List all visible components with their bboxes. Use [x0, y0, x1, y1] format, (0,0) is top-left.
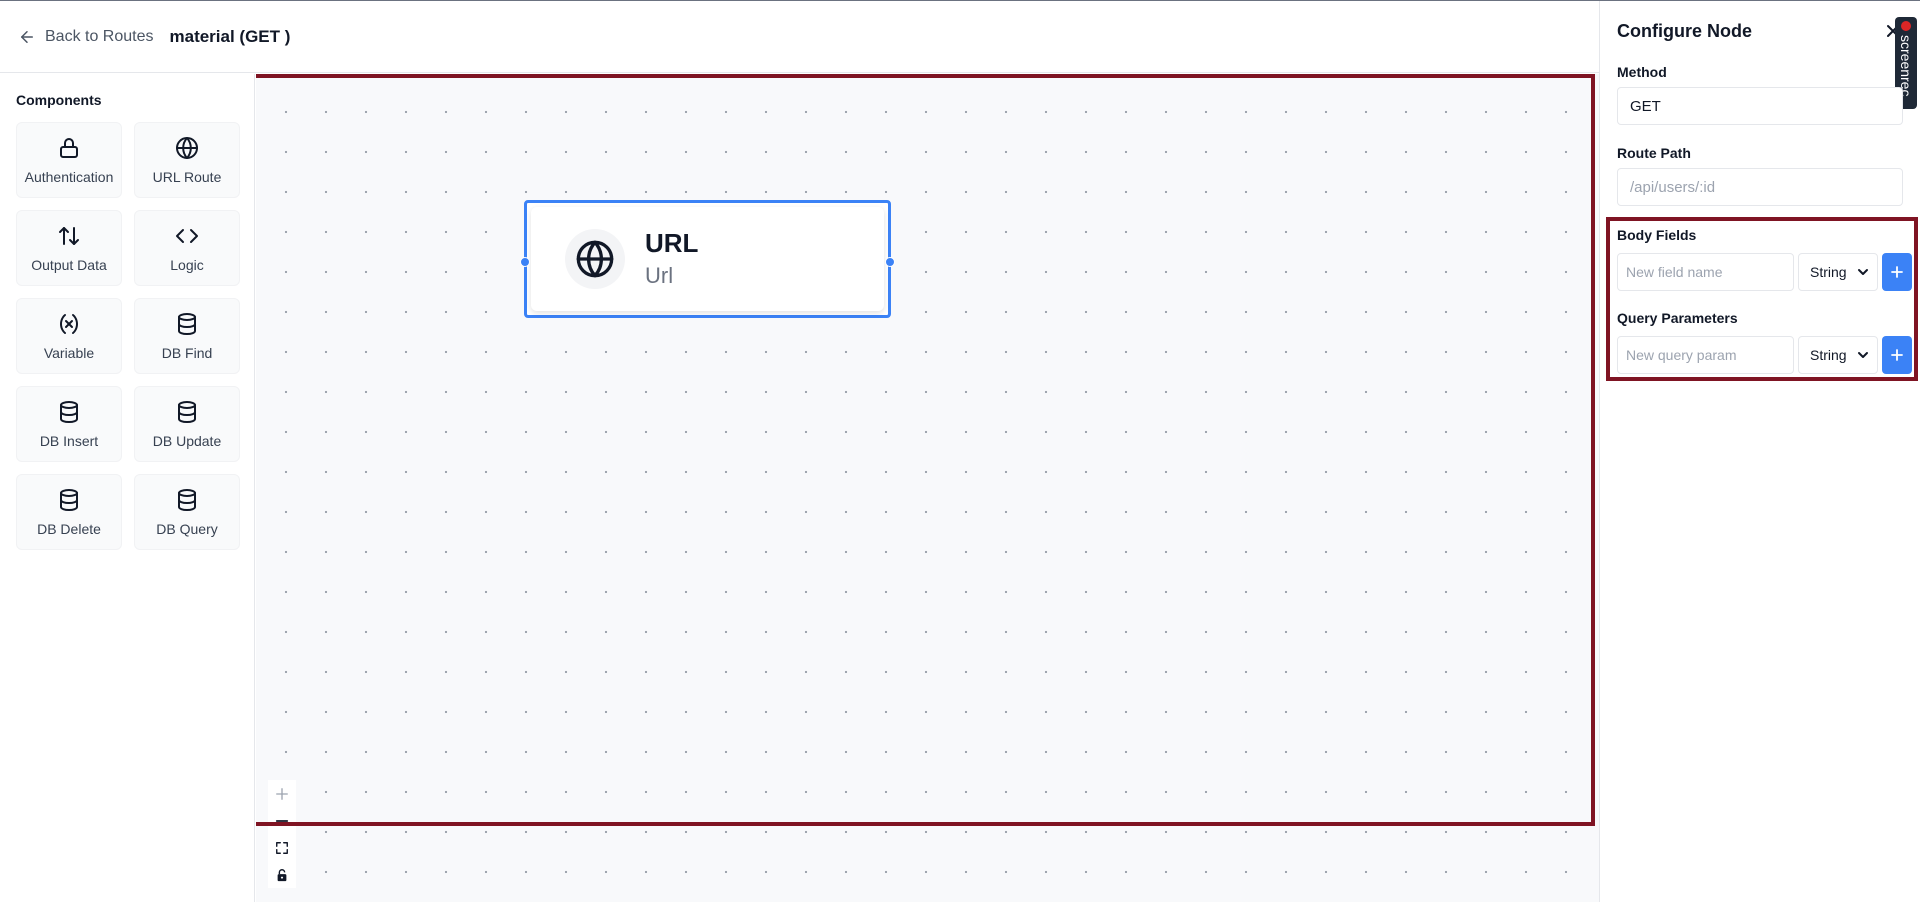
components-heading: Components — [16, 92, 102, 108]
code-icon — [174, 223, 200, 249]
component-label: URL Route — [152, 169, 222, 185]
canvas-controls — [268, 780, 296, 888]
add-query-param-button[interactable] — [1882, 336, 1912, 374]
canvas-highlight-frame — [256, 74, 1595, 826]
record-dot-icon — [1901, 21, 1911, 31]
add-body-field-button[interactable] — [1882, 253, 1912, 291]
zoom-out-button[interactable] — [268, 807, 296, 834]
plus-icon — [1891, 349, 1903, 361]
body-fields-label: Body Fields — [1617, 227, 1697, 243]
component-authentication[interactable]: Authentication — [16, 122, 122, 198]
zoom-in-icon — [276, 787, 288, 800]
database-icon — [174, 487, 200, 513]
body-field-row: String — [1617, 253, 1912, 291]
component-db-delete[interactable]: DB Delete — [16, 474, 122, 550]
panel-title: Configure Node — [1617, 21, 1752, 41]
component-logic[interactable]: Logic — [134, 210, 240, 286]
plus-icon — [1891, 266, 1903, 278]
method-label: Method — [1617, 64, 1667, 80]
chevron-down-icon — [1858, 352, 1868, 358]
component-label: Variable — [43, 345, 95, 361]
node-input-handle[interactable] — [520, 257, 530, 267]
route-path-input[interactable] — [1617, 168, 1903, 206]
database-icon — [56, 399, 82, 425]
component-db-find[interactable]: DB Find — [134, 298, 240, 374]
component-variable[interactable]: Variable — [16, 298, 122, 374]
component-label: DB Delete — [37, 521, 101, 537]
globe-icon — [565, 229, 625, 289]
node-subtitle: Url — [645, 263, 674, 288]
url-node[interactable]: URL Url — [520, 200, 895, 318]
new-query-param-input[interactable] — [1617, 336, 1794, 374]
zoom-out-icon — [275, 819, 289, 822]
route-path-label: Route Path — [1617, 145, 1691, 161]
query-params-label: Query Parameters — [1617, 310, 1738, 326]
chevron-down-icon — [1858, 269, 1868, 275]
database-icon — [174, 399, 200, 425]
database-icon — [174, 311, 200, 337]
configure-node-panel: Configure Node screenrec Method Route Pa… — [1599, 1, 1920, 902]
node-title: URL — [645, 228, 699, 258]
header: Back to Routes material (GET ) — [0, 1, 1599, 73]
node-output-handle[interactable] — [885, 257, 895, 267]
fit-view-button[interactable] — [268, 834, 296, 861]
component-label: Authentication — [24, 169, 114, 185]
component-label: Output Data — [31, 257, 107, 273]
flow-canvas[interactable]: URL Url — [256, 74, 1599, 902]
query-param-type-value: String — [1810, 347, 1847, 363]
component-db-insert[interactable]: DB Insert — [16, 386, 122, 462]
variable-icon — [56, 311, 82, 337]
component-label: DB Find — [161, 345, 213, 361]
new-body-field-input[interactable] — [1617, 253, 1794, 291]
back-to-routes-label: Back to Routes — [45, 27, 154, 45]
arrow-left-icon — [21, 30, 33, 43]
database-icon — [56, 487, 82, 513]
zoom-in-button[interactable] — [268, 780, 296, 807]
lock-icon — [277, 868, 287, 881]
components-grid: Authentication URL Route Output Data Log… — [16, 122, 240, 550]
body-field-type-select[interactable]: String — [1798, 253, 1878, 291]
component-output-data[interactable]: Output Data — [16, 210, 122, 286]
fit-view-icon — [276, 841, 288, 854]
route-title: material (GET ) — [169, 26, 291, 46]
url-node-card: URL Url — [531, 207, 884, 311]
query-param-type-select[interactable]: String — [1798, 336, 1878, 374]
arrows-up-down-icon — [56, 223, 82, 249]
lock-icon — [56, 135, 82, 161]
component-label: DB Query — [156, 521, 218, 537]
component-url-route[interactable]: URL Route — [134, 122, 240, 198]
body-field-type-value: String — [1810, 264, 1847, 280]
components-sidebar: Components Authentication URL Route Outp… — [0, 74, 255, 902]
back-to-routes-link[interactable]: Back to Routes — [18, 28, 154, 46]
component-label: DB Insert — [39, 433, 99, 449]
component-db-query[interactable]: DB Query — [134, 474, 240, 550]
lock-canvas-button[interactable] — [268, 861, 296, 888]
method-input[interactable] — [1617, 87, 1903, 125]
component-label: Logic — [170, 257, 204, 273]
globe-icon — [174, 135, 200, 161]
query-param-row: String — [1617, 336, 1912, 374]
component-label: DB Update — [152, 433, 222, 449]
component-db-update[interactable]: DB Update — [134, 386, 240, 462]
